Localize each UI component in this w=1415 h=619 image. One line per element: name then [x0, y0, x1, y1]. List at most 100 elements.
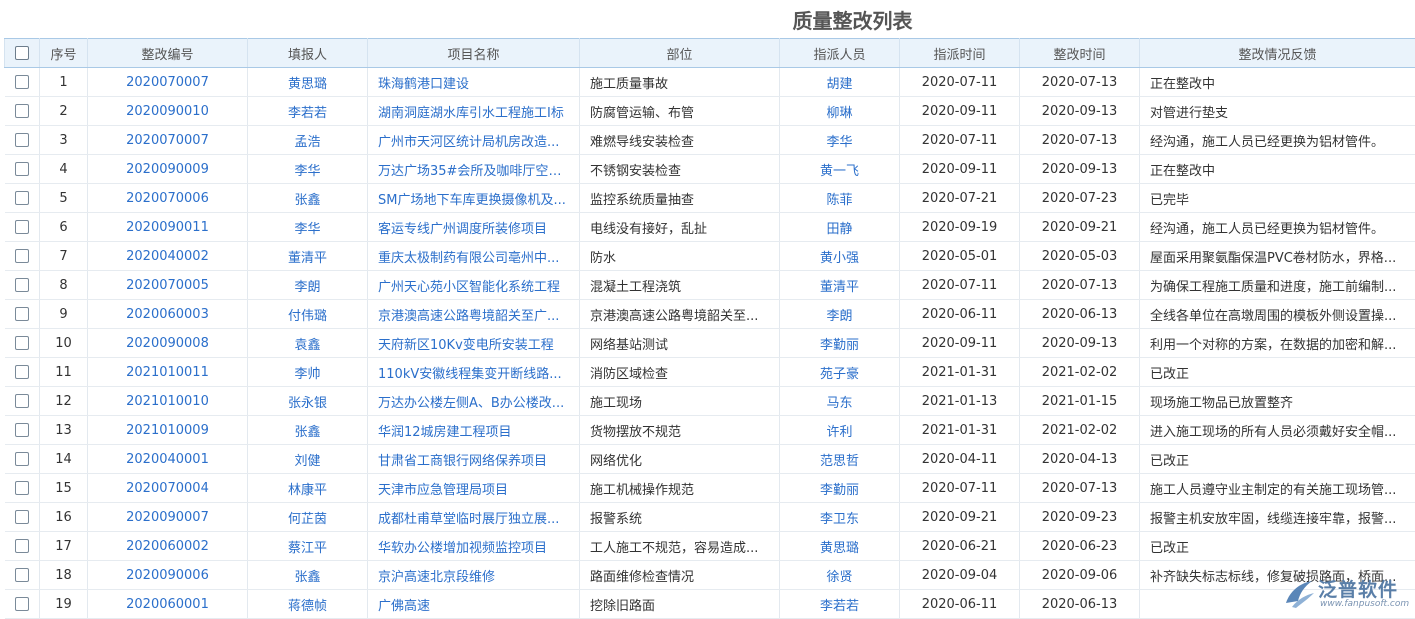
row-checkbox[interactable] [15, 597, 29, 611]
cell-assignee[interactable]: 李若若 [780, 590, 900, 619]
row-checkbox[interactable] [15, 423, 29, 437]
cell-rectification-no[interactable]: 2020060003 [88, 300, 248, 329]
row-select-cell[interactable] [5, 590, 40, 619]
cell-assignee[interactable]: 李朗 [780, 300, 900, 329]
cell-assignee[interactable]: 李卫东 [780, 503, 900, 532]
cell-assignee[interactable]: 李勤丽 [780, 329, 900, 358]
row-checkbox[interactable] [15, 75, 29, 89]
table-row[interactable]: 12020070007黄思璐珠海鹤港口建设施工质量事故胡建2020-07-112… [5, 68, 1415, 97]
header-project-name[interactable]: 项目名称 [368, 39, 580, 68]
table-row[interactable]: 102020090008袁鑫天府新区10Kv变电所安装工程网络基站测试李勤丽20… [5, 329, 1415, 358]
table-row[interactable]: 122021010010张永银万达办公楼左侧A、B办公楼改...施工现场马东20… [5, 387, 1415, 416]
cell-project-name[interactable]: 广州市天河区统计局机房改造... [368, 126, 580, 155]
cell-rectification-no[interactable]: 2020090010 [88, 97, 248, 126]
cell-reporter[interactable]: 李朗 [248, 271, 368, 300]
cell-reporter[interactable]: 蔡江平 [248, 532, 368, 561]
cell-rectification-no[interactable]: 2020070004 [88, 474, 248, 503]
cell-reporter[interactable]: 袁鑫 [248, 329, 368, 358]
table-row[interactable]: 82020070005李朗广州天心苑小区智能化系统工程混凝土工程浇筑董清平202… [5, 271, 1415, 300]
header-index[interactable]: 序号 [40, 39, 88, 68]
cell-rectification-no[interactable]: 2020070005 [88, 271, 248, 300]
cell-rectification-no[interactable]: 2021010011 [88, 358, 248, 387]
cell-reporter[interactable]: 蒋德帧 [248, 590, 368, 619]
cell-reporter[interactable]: 黄思璐 [248, 68, 368, 97]
cell-rectification-no[interactable]: 2020090008 [88, 329, 248, 358]
row-select-cell[interactable] [5, 503, 40, 532]
cell-assignee[interactable]: 许利 [780, 416, 900, 445]
cell-project-name[interactable]: 110kV安徽线程集变开断线路... [368, 358, 580, 387]
row-checkbox[interactable] [15, 249, 29, 263]
row-select-cell[interactable] [5, 126, 40, 155]
table-row[interactable]: 92020060003付伟璐京港澳高速公路粤境韶关至广...京港澳高速公路粤境韶… [5, 300, 1415, 329]
header-location[interactable]: 部位 [580, 39, 780, 68]
row-checkbox[interactable] [15, 336, 29, 350]
cell-reporter[interactable]: 董清平 [248, 242, 368, 271]
row-select-cell[interactable] [5, 300, 40, 329]
row-select-cell[interactable] [5, 358, 40, 387]
cell-project-name[interactable]: 湖南洞庭湖水库引水工程施工Ⅰ标 [368, 97, 580, 126]
row-checkbox[interactable] [15, 278, 29, 292]
cell-assignee[interactable]: 董清平 [780, 271, 900, 300]
table-row[interactable]: 32020070007孟浩广州市天河区统计局机房改造...难燃导线安装检查李华2… [5, 126, 1415, 155]
row-checkbox[interactable] [15, 162, 29, 176]
table-row[interactable]: 42020090009李华万达广场35#会所及咖啡厅空调...不锈钢安装检查黄一… [5, 155, 1415, 184]
cell-assignee[interactable]: 陈菲 [780, 184, 900, 213]
cell-project-name[interactable]: 珠海鹤港口建设 [368, 68, 580, 97]
cell-reporter[interactable]: 孟浩 [248, 126, 368, 155]
cell-assignee[interactable]: 胡建 [780, 68, 900, 97]
cell-rectification-no[interactable]: 2020040002 [88, 242, 248, 271]
cell-rectification-no[interactable]: 2020040001 [88, 445, 248, 474]
header-rectify-date[interactable]: 整改时间 [1020, 39, 1140, 68]
cell-reporter[interactable]: 张永银 [248, 387, 368, 416]
cell-assignee[interactable]: 黄思璐 [780, 532, 900, 561]
table-row[interactable]: 172020060002蔡江平华软办公楼增加视频监控项目工人施工不规范，容易造成… [5, 532, 1415, 561]
row-checkbox[interactable] [15, 307, 29, 321]
row-select-cell[interactable] [5, 387, 40, 416]
header-rectification-no[interactable]: 整改编号 [88, 39, 248, 68]
row-select-cell[interactable] [5, 97, 40, 126]
cell-project-name[interactable]: 华润12城房建工程项目 [368, 416, 580, 445]
row-select-cell[interactable] [5, 213, 40, 242]
cell-rectification-no[interactable]: 2021010010 [88, 387, 248, 416]
table-row[interactable]: 162020090007何芷茵成都杜甫草堂临时展厅独立展...报警系统李卫东20… [5, 503, 1415, 532]
row-select-cell[interactable] [5, 68, 40, 97]
cell-rectification-no[interactable]: 2020070006 [88, 184, 248, 213]
cell-project-name[interactable]: SM广场地下车库更换摄像机及... [368, 184, 580, 213]
select-all-checkbox[interactable] [15, 46, 29, 60]
cell-assignee[interactable]: 田静 [780, 213, 900, 242]
cell-rectification-no[interactable]: 2020090009 [88, 155, 248, 184]
cell-rectification-no[interactable]: 2020060001 [88, 590, 248, 619]
header-feedback[interactable]: 整改情况反馈 [1140, 39, 1415, 68]
cell-project-name[interactable]: 华软办公楼增加视频监控项目 [368, 532, 580, 561]
header-assign-date[interactable]: 指派时间 [900, 39, 1020, 68]
row-checkbox[interactable] [15, 191, 29, 205]
cell-reporter[interactable]: 刘健 [248, 445, 368, 474]
table-row[interactable]: 182020090006张鑫京沪高速北京段维修路面维修检查情况徐贤2020-09… [5, 561, 1415, 590]
cell-assignee[interactable]: 徐贤 [780, 561, 900, 590]
row-checkbox[interactable] [15, 481, 29, 495]
cell-reporter[interactable]: 张鑫 [248, 416, 368, 445]
row-select-cell[interactable] [5, 155, 40, 184]
cell-rectification-no[interactable]: 2020090011 [88, 213, 248, 242]
table-row[interactable]: 112021010011李帅110kV安徽线程集变开断线路...消防区域检查苑子… [5, 358, 1415, 387]
cell-assignee[interactable]: 黄小强 [780, 242, 900, 271]
table-row[interactable]: 192020060001蒋德帧广佛高速挖除旧路面李若若2020-06-11202… [5, 590, 1415, 619]
row-select-cell[interactable] [5, 242, 40, 271]
table-row[interactable]: 22020090010李若若湖南洞庭湖水库引水工程施工Ⅰ标防腐管运输、布管柳琳2… [5, 97, 1415, 126]
row-select-cell[interactable] [5, 474, 40, 503]
cell-assignee[interactable]: 苑子豪 [780, 358, 900, 387]
cell-rectification-no[interactable]: 2020090006 [88, 561, 248, 590]
cell-assignee[interactable]: 马东 [780, 387, 900, 416]
cell-project-name[interactable]: 甘肃省工商银行网络保养项目 [368, 445, 580, 474]
row-select-cell[interactable] [5, 416, 40, 445]
row-select-cell[interactable] [5, 532, 40, 561]
cell-assignee[interactable]: 黄一飞 [780, 155, 900, 184]
select-all-cell[interactable] [5, 39, 40, 68]
cell-project-name[interactable]: 天津市应急管理局项目 [368, 474, 580, 503]
table-row[interactable]: 72020040002董清平重庆太极制药有限公司亳州中...防水黄小强2020-… [5, 242, 1415, 271]
cell-reporter[interactable]: 李帅 [248, 358, 368, 387]
table-row[interactable]: 152020070004林康平天津市应急管理局项目施工机械操作规范李勤丽2020… [5, 474, 1415, 503]
row-select-cell[interactable] [5, 561, 40, 590]
cell-project-name[interactable]: 万达办公楼左侧A、B办公楼改... [368, 387, 580, 416]
cell-project-name[interactable]: 重庆太极制药有限公司亳州中... [368, 242, 580, 271]
